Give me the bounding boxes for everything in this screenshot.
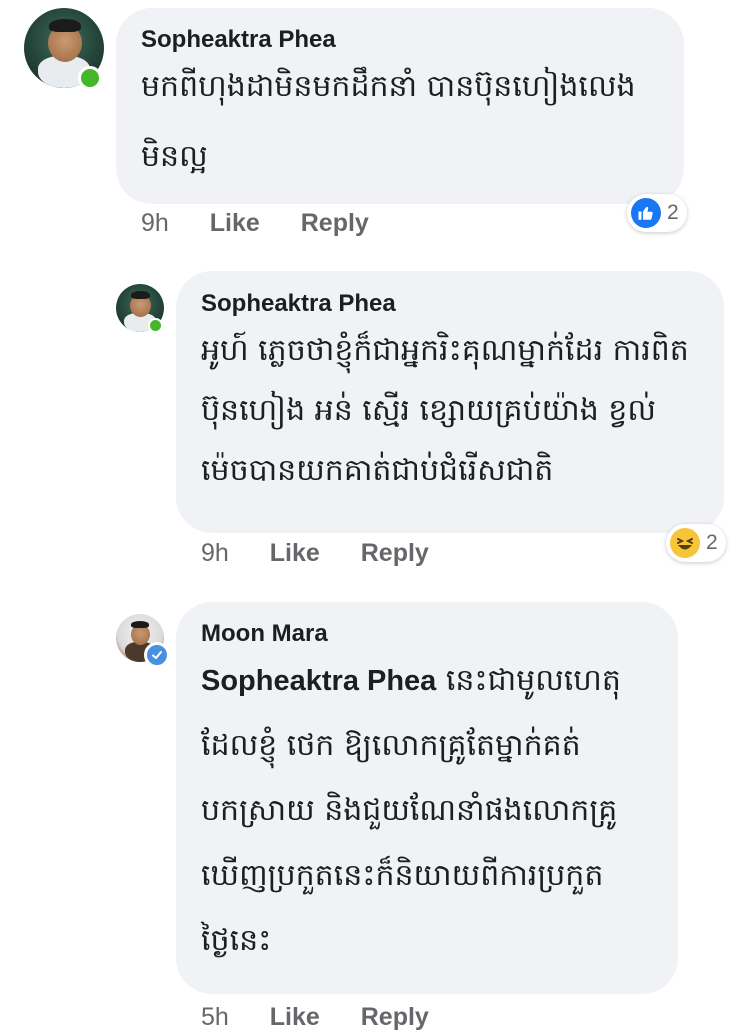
mention-link[interactable]: Sopheaktra Phea	[201, 665, 436, 697]
avatar-hair	[131, 621, 149, 628]
comment-text-line: បកស្រាយ និងជួយណែនាំផងលោកគ្រូ	[201, 793, 618, 828]
comment-3: Moon Mara Sopheaktra Phea នេះជាមូលហេតុ ដ…	[0, 0, 750, 1033]
comment-actions: 5h Like Reply	[201, 1003, 429, 1032]
reply-button[interactable]: Reply	[361, 1003, 429, 1031]
avatar[interactable]	[116, 614, 170, 668]
comment-author[interactable]: Moon Mara	[201, 620, 328, 648]
comment-timestamp[interactable]: 5h	[201, 1003, 229, 1031]
comment-text-fragment: នេះជាមូលហេតុ	[436, 663, 621, 698]
comment-text-line: ដែលខ្ញុំ ថេក ឱ្យលោកគ្រូតែម្នាក់គត់	[201, 728, 581, 763]
like-button[interactable]: Like	[270, 1003, 320, 1031]
comment-text-line: Sopheaktra Phea នេះជាមូលហេតុ	[201, 652, 671, 710]
comment-text-line: ថ្ងៃនេះ	[201, 923, 272, 958]
comment-text: Sopheaktra Phea នេះជាមូលហេតុ ដែលខ្ញុំ ថេ…	[201, 652, 671, 970]
comment-text-line: ឃើញប្រកួតនេះក៏និយាយពីការប្រកួត	[201, 858, 604, 893]
verified-check-icon	[144, 642, 170, 668]
